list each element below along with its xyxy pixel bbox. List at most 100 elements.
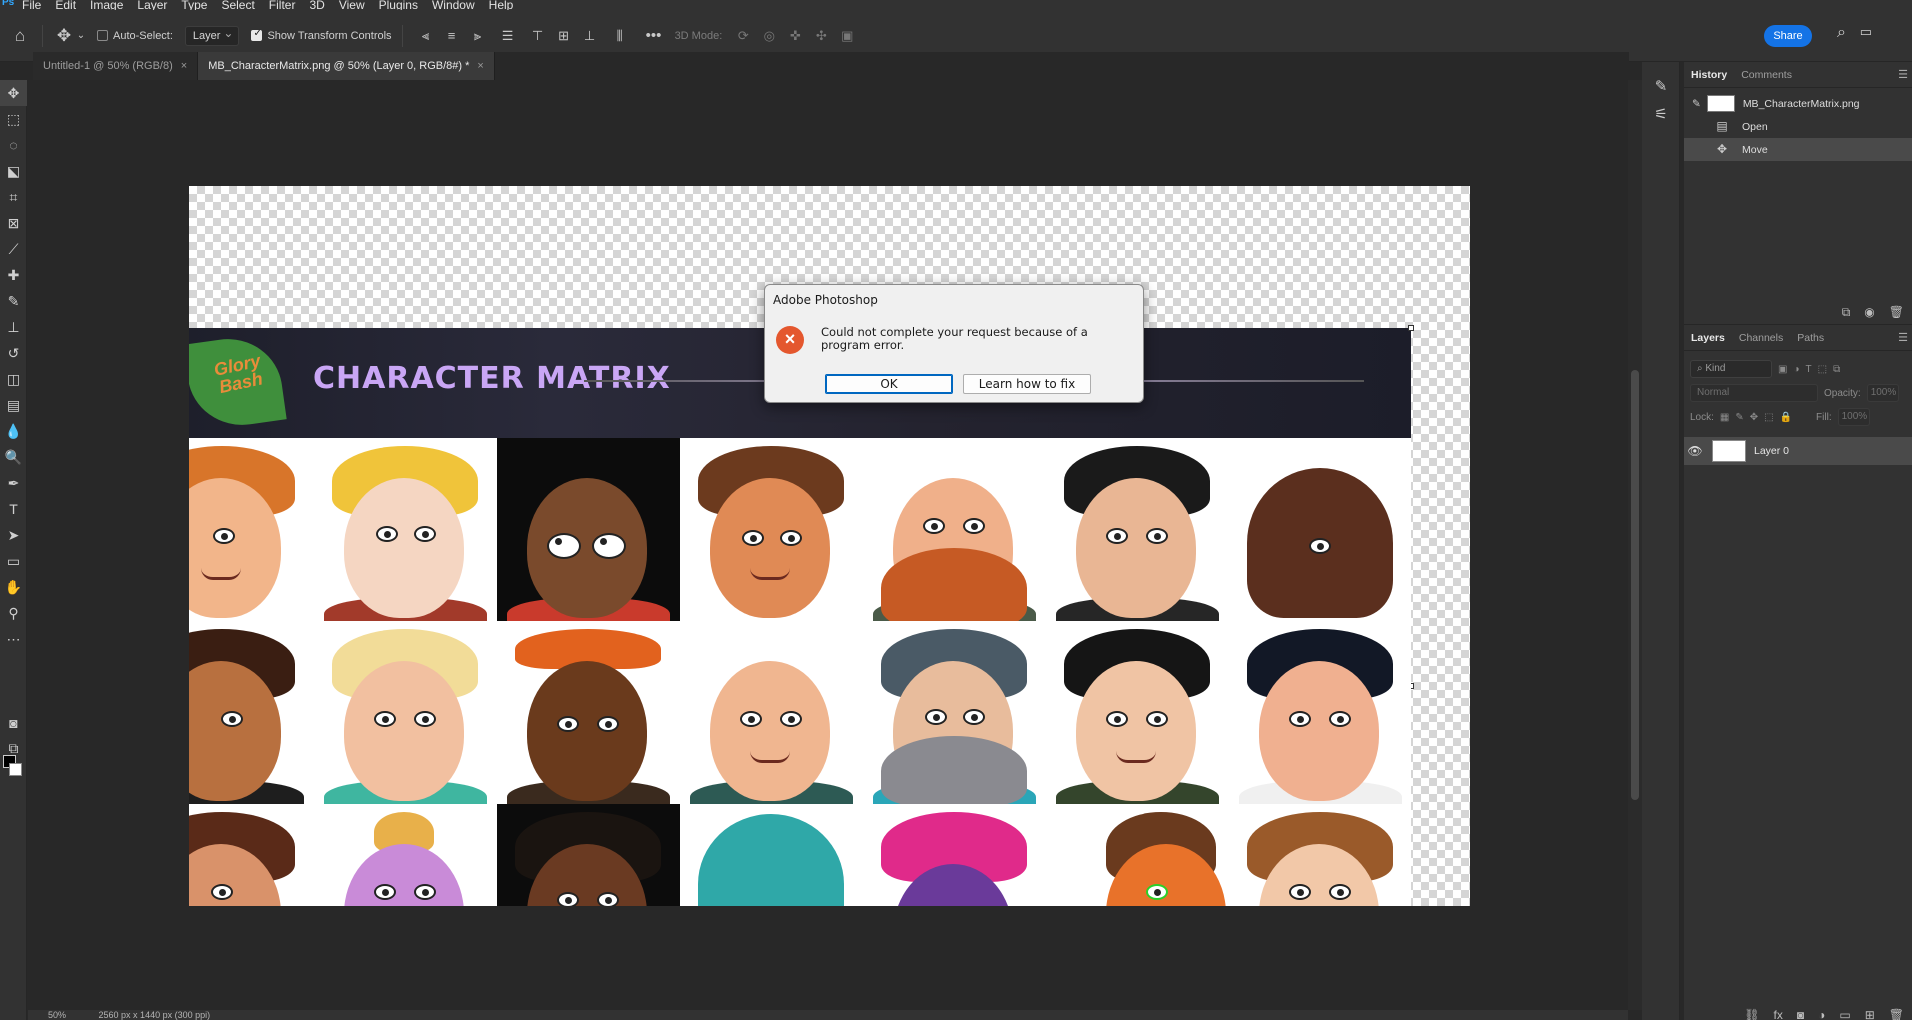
eraser-tool-icon[interactable]: ◫ (0, 366, 27, 392)
transform-handle[interactable] (1408, 325, 1414, 331)
menu-select[interactable]: Select (221, 0, 254, 10)
frame-tool-icon[interactable]: ⊠ (0, 210, 27, 236)
adjustments-icon[interactable]: ⚟ (1642, 100, 1680, 128)
marquee-tool-icon[interactable]: ⬚ (0, 106, 27, 132)
drag-3d-icon[interactable]: ✜ (782, 28, 808, 44)
history-brush-icon[interactable]: ↺ (0, 340, 27, 366)
quick-mask-icon[interactable]: ◙ (0, 710, 27, 736)
add-mask-icon[interactable]: ◙ (1797, 1008, 1804, 1020)
slide-3d-icon[interactable]: ✣ (808, 28, 834, 44)
show-transform-checkbox[interactable]: Show Transform Controls (251, 28, 392, 42)
roll-3d-icon[interactable]: ◎ (756, 28, 782, 44)
kind-filter-dropdown[interactable]: ⌕ Kind (1690, 360, 1772, 378)
menu-plugins[interactable]: Plugins (379, 0, 418, 10)
panel-menu-icon[interactable]: ☰ (1898, 331, 1908, 344)
brush-settings-icon[interactable]: ✎ (1642, 72, 1680, 100)
move-tool-icon[interactable]: ✥ (0, 80, 27, 106)
tab-paths[interactable]: Paths (1790, 325, 1831, 351)
tab-channels[interactable]: Channels (1732, 325, 1790, 351)
snapshot-camera-icon[interactable]: ◉ (1864, 305, 1874, 320)
align-top-icon[interactable]: ⊤ (525, 28, 551, 44)
distribute-icon[interactable]: ☰ (491, 28, 525, 44)
home-icon[interactable]: ⌂ (8, 26, 32, 46)
menu-window[interactable]: Window (432, 0, 475, 10)
gradient-tool-icon[interactable]: ▤ (0, 392, 27, 418)
lock-transparent-icon[interactable]: ▦ (1720, 412, 1729, 423)
menu-filter[interactable]: Filter (269, 0, 296, 10)
filter-adjustment-icon[interactable]: ◑ (1793, 364, 1799, 375)
camera-3d-icon[interactable]: ▣ (834, 28, 860, 44)
scrollbar-thumb[interactable] (1631, 370, 1639, 800)
tab-character-matrix[interactable]: MB_CharacterMatrix.png @ 50% (Layer 0, R… (198, 52, 495, 80)
new-document-from-state-icon[interactable]: ⧉ (1842, 305, 1851, 320)
menu-type[interactable]: Type (181, 0, 207, 10)
menu-edit[interactable]: Edit (55, 0, 76, 10)
orbit-3d-icon[interactable]: ⟳ (730, 28, 756, 44)
new-layer-icon[interactable]: ⊞ (1865, 1008, 1875, 1020)
tab-untitled[interactable]: Untitled-1 @ 50% (RGB/8) × (33, 52, 199, 80)
trash-icon[interactable]: 🗑 (1889, 305, 1904, 320)
more-tools-icon[interactable]: ⋯ (0, 626, 27, 652)
learn-how-to-fix-button[interactable]: Learn how to fix (963, 374, 1091, 394)
menu-help[interactable]: Help (489, 0, 514, 10)
vertical-scrollbar[interactable] (1628, 80, 1642, 1010)
filter-pixel-icon[interactable]: ▣ (1778, 364, 1787, 375)
blend-mode-dropdown[interactable]: Normal (1690, 384, 1818, 402)
menu-file[interactable]: File (22, 0, 41, 10)
history-snapshot[interactable]: ✎ MB_CharacterMatrix.png (1684, 92, 1912, 115)
path-select-tool-icon[interactable]: ➤ (0, 522, 27, 548)
auto-select-checkbox[interactable]: Auto-Select: (97, 30, 173, 42)
search-icon[interactable]: ⌕ (1837, 24, 1846, 42)
zoom-tool-icon[interactable]: ⚲ (0, 600, 27, 626)
filter-shape-icon[interactable]: ⬚ (1818, 364, 1827, 375)
history-state-move[interactable]: ✥ Move (1684, 138, 1912, 161)
move-tool-icon[interactable]: ✥ (53, 26, 75, 46)
trash-icon[interactable]: 🗑 (1889, 1008, 1904, 1020)
close-icon[interactable]: × (477, 52, 483, 80)
share-button[interactable]: Share (1764, 25, 1812, 47)
align-middle-icon[interactable]: ⊞ (551, 28, 577, 44)
menu-3d[interactable]: 3D (309, 0, 324, 10)
history-state-open[interactable]: ▤ Open (1684, 115, 1912, 138)
opacity-input[interactable]: 100% (1866, 384, 1899, 402)
filter-type-icon[interactable]: T (1806, 364, 1812, 375)
type-tool-icon[interactable]: T (0, 496, 27, 522)
layer-style-icon[interactable]: fx (1774, 1008, 1783, 1020)
menu-image[interactable]: Image (90, 0, 123, 10)
dodge-tool-icon[interactable]: 🔍 (0, 444, 27, 470)
menu-view[interactable]: View (339, 0, 365, 10)
layer-name[interactable]: Layer 0 (1754, 445, 1789, 457)
document-info[interactable]: 2560 px x 1440 px (300 ppi) (99, 1010, 211, 1020)
tab-comments[interactable]: Comments (1734, 62, 1799, 88)
filter-smart-object-icon[interactable]: ⧉ (1833, 364, 1840, 375)
tab-layers[interactable]: Layers (1684, 325, 1732, 351)
rectangle-tool-icon[interactable]: ▭ (0, 548, 27, 574)
workspace-icon[interactable]: ▭ (1860, 24, 1872, 40)
tab-history[interactable]: History (1684, 62, 1734, 88)
lasso-tool-icon[interactable]: ◌ (0, 132, 27, 158)
lock-position-icon[interactable]: ✥ (1750, 412, 1758, 423)
adjustment-layer-icon[interactable]: ◑ (1818, 1008, 1825, 1020)
background-color-swatch[interactable] (9, 763, 22, 776)
close-icon[interactable]: × (181, 52, 187, 80)
stamp-tool-icon[interactable]: ⊥ (0, 314, 27, 340)
fill-input[interactable]: 100% (1837, 408, 1870, 426)
healing-brush-icon[interactable]: ✚ (0, 262, 27, 288)
distribute-vertical-icon[interactable]: ⫼ (603, 28, 637, 44)
screen-mode-icon[interactable]: ⧉ (0, 735, 27, 761)
zoom-level[interactable]: 50% (48, 1010, 66, 1020)
pen-tool-icon[interactable]: ✒ (0, 470, 27, 496)
brush-tool-icon[interactable]: ✎ (0, 288, 27, 314)
lock-artboard-icon[interactable]: ⬚ (1764, 412, 1773, 423)
align-center-icon[interactable]: ≡ (439, 28, 465, 43)
crop-tool-icon[interactable]: ⌗ (0, 184, 27, 210)
link-layers-icon[interactable]: ⛓ (1744, 1008, 1759, 1020)
hand-tool-icon[interactable]: ✋ (0, 574, 27, 600)
auto-select-dropdown[interactable]: Layer (184, 24, 240, 46)
menu-layer[interactable]: Layer (137, 0, 167, 10)
visibility-eye-icon[interactable]: 👁 (1684, 444, 1706, 458)
panel-menu-icon[interactable]: ☰ (1898, 68, 1908, 81)
chevron-down-icon[interactable]: ⌄ (75, 30, 87, 41)
ok-button[interactable]: OK (825, 374, 953, 394)
lock-image-icon[interactable]: ✎ (1735, 412, 1743, 423)
